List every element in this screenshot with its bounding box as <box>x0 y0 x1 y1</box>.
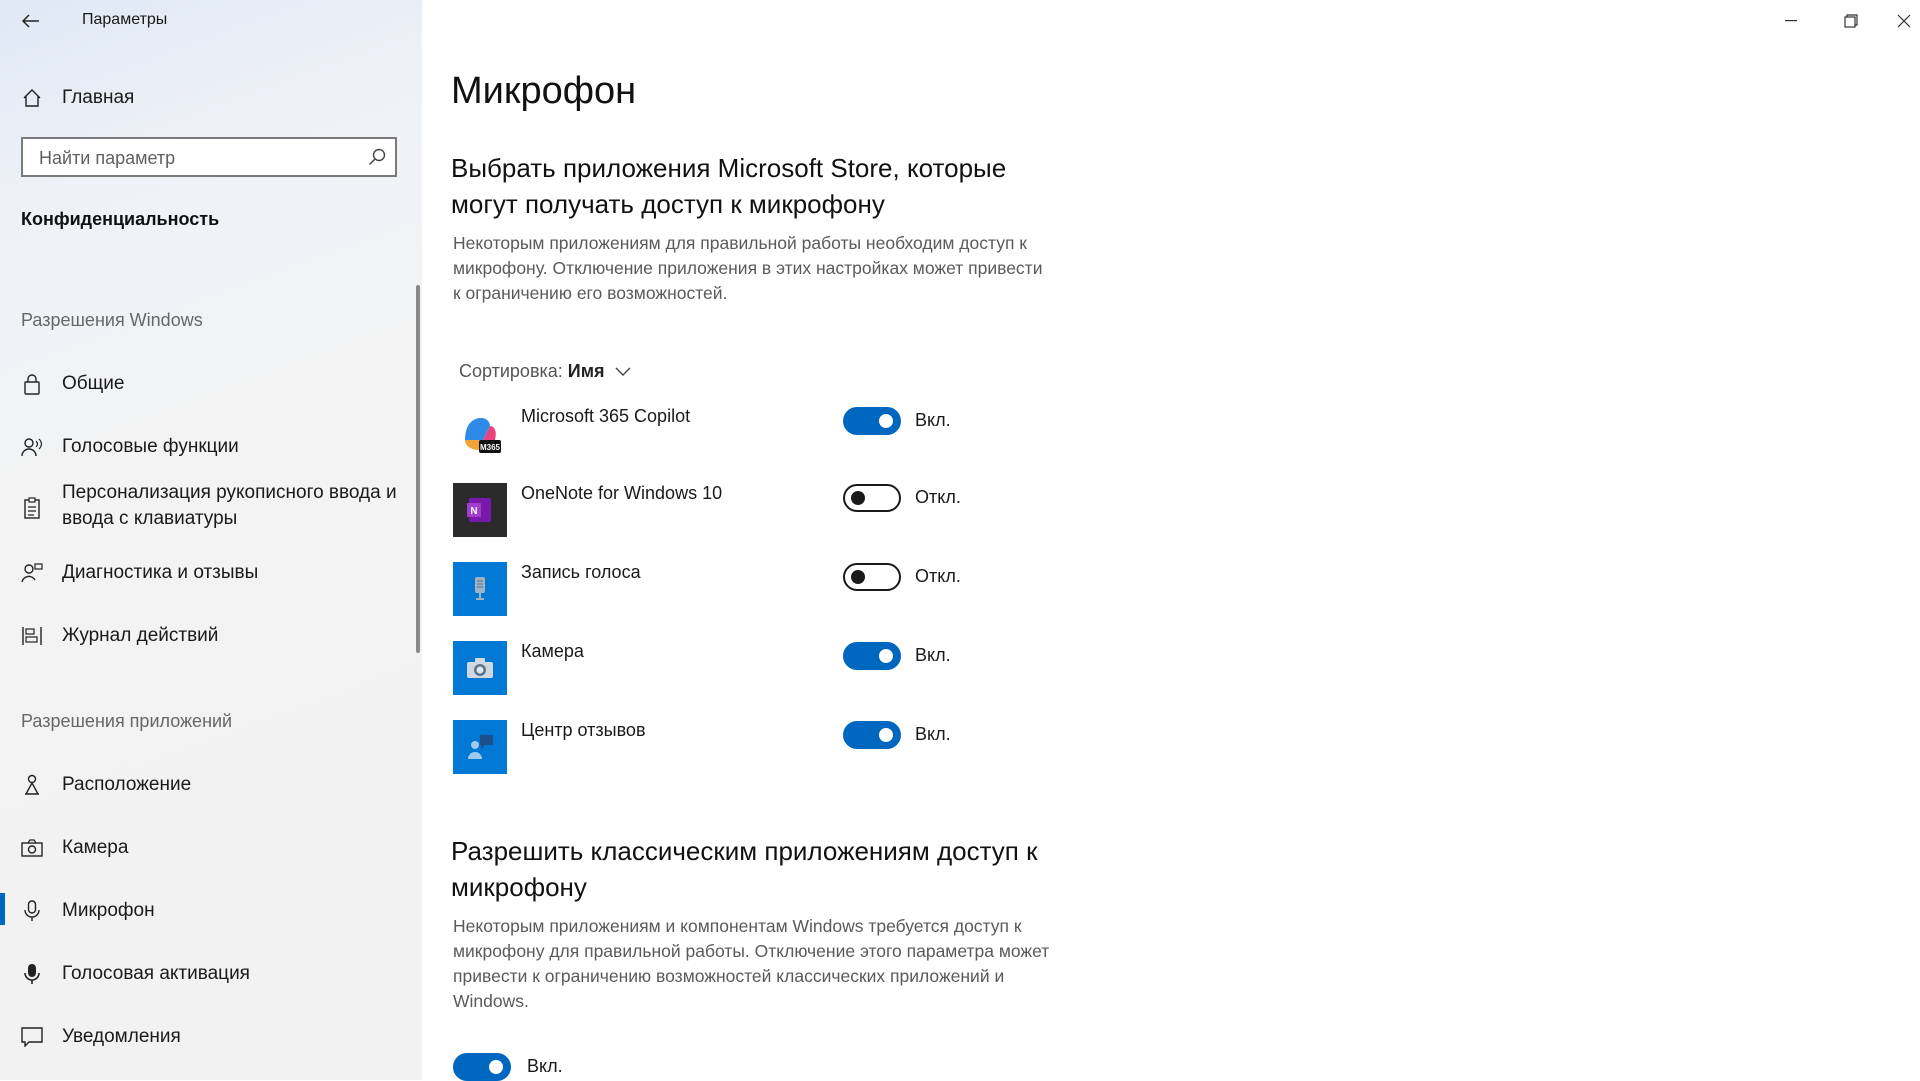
sidebar-item-label: Персонализация рукописного ввода и ввода… <box>62 482 397 529</box>
sidebar-item-camera[interactable]: Камера <box>0 833 420 863</box>
feedback-hub-toggle[interactable] <box>843 721 901 749</box>
sidebar-item-label: Микрофон <box>62 900 155 921</box>
copilot-icon: M365 <box>453 406 507 460</box>
timeline-icon <box>20 624 44 648</box>
svg-text:N: N <box>470 506 477 517</box>
sidebar-item-label: Расположение <box>62 774 192 795</box>
sidebar-item-general[interactable]: Общие <box>0 369 420 399</box>
back-arrow-icon <box>22 14 39 28</box>
voice-recorder-toggle[interactable] <box>843 563 901 591</box>
minimize-button[interactable] <box>1768 4 1814 38</box>
sidebar-item-voice-activation[interactable]: Голосовая активация <box>0 959 420 989</box>
sidebar-scrollbar[interactable] <box>416 285 420 653</box>
home-nav-item[interactable]: Главная <box>0 83 420 113</box>
app-row-onenote: N OneNote for Windows 10 Откл. <box>453 483 1053 537</box>
app-row-copilot: M365 Microsoft 365 Copilot Вкл. <box>453 406 1053 460</box>
store-apps-heading: Выбрать приложения Microsoft Store, кото… <box>451 153 1007 219</box>
app-row-voice-recorder: Запись голоса Откл. <box>453 562 1053 616</box>
sidebar-item-inking-typing[interactable]: Персонализация рукописного ввода и ввода… <box>0 480 420 536</box>
sidebar-item-label: Голосовая активация <box>62 963 250 984</box>
app-name: OneNote for Windows 10 <box>521 483 723 503</box>
sidebar-item-diagnostics[interactable]: Диагностика и отзывы <box>0 558 420 588</box>
voice-recorder-icon <box>453 562 507 616</box>
copilot-toggle[interactable] <box>843 407 901 435</box>
sidebar-item-label: Голосовые функции <box>62 436 239 457</box>
windows-permissions-header: Разрешения Windows <box>21 310 203 330</box>
sort-dropdown[interactable]: Сортировка: Имя <box>459 361 631 382</box>
sidebar-item-label: Камера <box>62 837 129 858</box>
app-name: Центр отзывов <box>521 720 646 740</box>
sort-value: Имя <box>567 361 605 381</box>
clipboard-icon <box>20 496 44 520</box>
feedback-icon <box>20 561 44 585</box>
sidebar-item-activity-history[interactable]: Журнал действий <box>0 621 420 651</box>
close-icon <box>1897 14 1911 28</box>
page-title: Микрофон <box>451 70 637 112</box>
sidebar-item-location[interactable]: Расположение <box>0 770 420 800</box>
app-row-feedback-hub: Центр отзывов Вкл. <box>453 720 1053 774</box>
app-permissions-header: Разрешения приложений <box>21 711 233 731</box>
desktop-toggle-state-label: Вкл. <box>527 1056 563 1076</box>
toggle-state-label: Вкл. <box>915 410 951 430</box>
onenote-toggle[interactable] <box>843 484 901 512</box>
home-icon <box>20 86 44 110</box>
back-button[interactable] <box>16 8 46 34</box>
desktop-apps-toggle[interactable] <box>453 1053 511 1081</box>
sidebar-item-microphone[interactable]: Микрофон <box>0 896 420 926</box>
sidebar-item-label: Диагностика и отзывы <box>62 562 259 583</box>
restore-icon <box>1844 14 1858 28</box>
desktop-apps-heading: Разрешить классическим приложениям досту… <box>451 836 1038 902</box>
toggle-state-label: Откл. <box>915 487 961 507</box>
app-title: Параметры <box>82 11 168 28</box>
voice-activation-icon <box>20 962 44 986</box>
sidebar-item-speech[interactable]: Голосовые функции <box>0 432 420 462</box>
category-title: Конфиденциальность <box>21 209 220 229</box>
camera-app-icon <box>453 641 507 695</box>
title-bar: Параметры <box>0 0 422 42</box>
home-label: Главная <box>62 87 135 108</box>
camera-toggle[interactable] <box>843 642 901 670</box>
app-name: Запись голоса <box>521 562 641 582</box>
location-icon <box>20 773 44 797</box>
sidebar-item-notifications[interactable]: Уведомления <box>0 1022 420 1052</box>
app-row-camera: Камера Вкл. <box>453 641 1053 695</box>
microphone-icon <box>20 899 44 923</box>
sidebar-item-label: Уведомления <box>62 1026 181 1047</box>
sidebar: Параметры Главная Конфиденциальность Раз… <box>0 0 422 1080</box>
chevron-down-icon <box>615 367 631 376</box>
close-button[interactable] <box>1888 4 1920 38</box>
feedback-hub-icon <box>453 720 507 774</box>
sidebar-item-label: Общие <box>62 373 125 394</box>
search-box[interactable] <box>21 137 397 177</box>
svg-text:M365: M365 <box>480 443 501 452</box>
camera-icon <box>20 836 44 860</box>
toggle-state-label: Откл. <box>915 566 961 586</box>
toggle-state-label: Вкл. <box>915 645 951 665</box>
sort-label: Сортировка: <box>459 361 563 381</box>
onenote-icon: N <box>453 483 507 537</box>
restore-button[interactable] <box>1828 4 1874 38</box>
sidebar-item-label: Журнал действий <box>62 625 219 646</box>
search-icon[interactable] <box>367 147 387 167</box>
store-apps-description: Некоторым приложениям для правильной раб… <box>453 233 1043 303</box>
speech-icon <box>20 435 44 459</box>
app-name: Камера <box>521 641 584 661</box>
lock-icon <box>20 372 44 396</box>
notification-icon <box>20 1025 44 1049</box>
minimize-icon <box>1785 20 1797 22</box>
app-name: Microsoft 365 Copilot <box>521 406 691 426</box>
toggle-state-label: Вкл. <box>915 724 951 744</box>
desktop-apps-description: Некоторым приложениям и компонентам Wind… <box>453 916 1050 1011</box>
search-input[interactable] <box>37 139 361 177</box>
